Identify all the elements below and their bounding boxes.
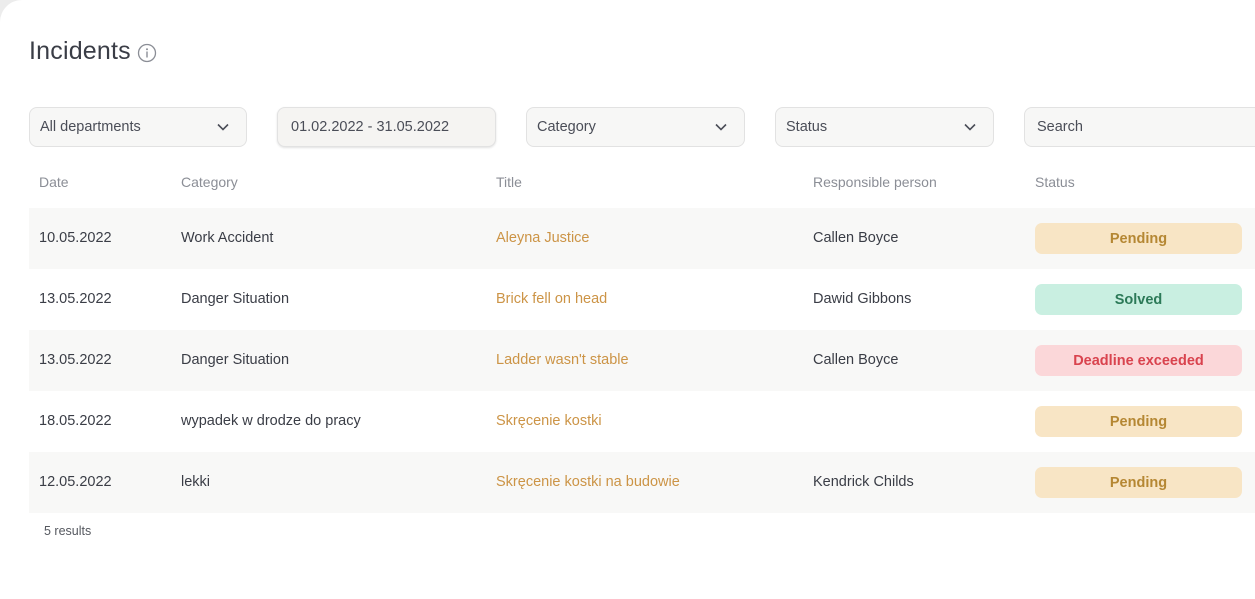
status-badge: Pending	[1035, 223, 1242, 254]
search-input[interactable]: Search	[1024, 107, 1255, 147]
incident-title-link[interactable]: Skręcenie kostki na budowie	[496, 474, 680, 490]
status-badge: Solved	[1035, 284, 1242, 315]
cell-category: wypadek w drodze do pracy	[181, 413, 361, 429]
table-row[interactable]: 13.05.2022 Danger Situation Brick fell o…	[29, 269, 1255, 330]
category-select[interactable]: Category	[526, 107, 745, 147]
incident-title-link[interactable]: Ladder wasn't stable	[496, 352, 629, 368]
cell-date: 18.05.2022	[39, 413, 112, 429]
incidents-panel: Incidents All departments 01.02.2022 - 3…	[0, 0, 1255, 599]
cell-date: 13.05.2022	[39, 352, 112, 368]
table-row[interactable]: 13.05.2022 Danger Situation Ladder wasn'…	[29, 330, 1255, 391]
cell-responsible: Dawid Gibbons	[813, 291, 912, 307]
status-badge: Pending	[1035, 467, 1242, 498]
chevron-down-icon	[715, 123, 727, 131]
header-category[interactable]: Category	[181, 174, 238, 190]
date-range-picker[interactable]: 01.02.2022 - 31.05.2022	[277, 107, 496, 147]
status-badge: Pending	[1035, 406, 1242, 437]
search-placeholder: Search	[1037, 119, 1083, 135]
department-select-value: All departments	[40, 119, 141, 135]
table-row[interactable]: 12.05.2022 lekki Skręcenie kostki na bud…	[29, 452, 1255, 513]
cell-category: lekki	[181, 474, 211, 490]
header-title[interactable]: Title	[496, 174, 522, 190]
cell-responsible: Callen Boyce	[813, 230, 899, 246]
incident-title-link[interactable]: Aleyna Justice	[496, 230, 590, 246]
table-row[interactable]: 10.05.2022 Work Accident Aleyna Justice …	[29, 208, 1255, 269]
info-icon[interactable]	[137, 43, 157, 63]
cell-date: 12.05.2022	[39, 474, 112, 490]
results-count: 5 results	[44, 524, 92, 538]
status-badge: Deadline exceeded	[1035, 345, 1242, 376]
date-range-value: 01.02.2022 - 31.05.2022	[291, 119, 450, 135]
incident-title-link[interactable]: Brick fell on head	[496, 291, 607, 307]
title-row: Incidents	[29, 37, 157, 66]
cell-category: Danger Situation	[181, 352, 290, 368]
cell-date: 10.05.2022	[39, 230, 112, 246]
incident-title-link[interactable]: Skręcenie kostki	[496, 413, 602, 429]
department-select[interactable]: All departments	[29, 107, 247, 147]
header-status[interactable]: Status	[1035, 174, 1075, 190]
status-select[interactable]: Status	[775, 107, 994, 147]
category-select-value: Category	[537, 119, 596, 135]
cell-category: Danger Situation	[181, 291, 290, 307]
chevron-down-icon	[964, 123, 976, 131]
status-select-value: Status	[786, 119, 828, 135]
cell-date: 13.05.2022	[39, 291, 112, 307]
chevron-down-icon	[217, 123, 229, 131]
header-date[interactable]: Date	[39, 174, 69, 190]
table-row[interactable]: 18.05.2022 wypadek w drodze do pracy Skr…	[29, 391, 1255, 452]
cell-category: Work Accident	[181, 230, 274, 246]
header-responsible[interactable]: Responsible person	[813, 174, 937, 190]
cell-responsible: Kendrick Childs	[813, 474, 914, 490]
cell-responsible: Callen Boyce	[813, 352, 899, 368]
page-title: Incidents	[29, 37, 131, 65]
table-header: Date Category Title Responsible person S…	[29, 174, 1255, 194]
